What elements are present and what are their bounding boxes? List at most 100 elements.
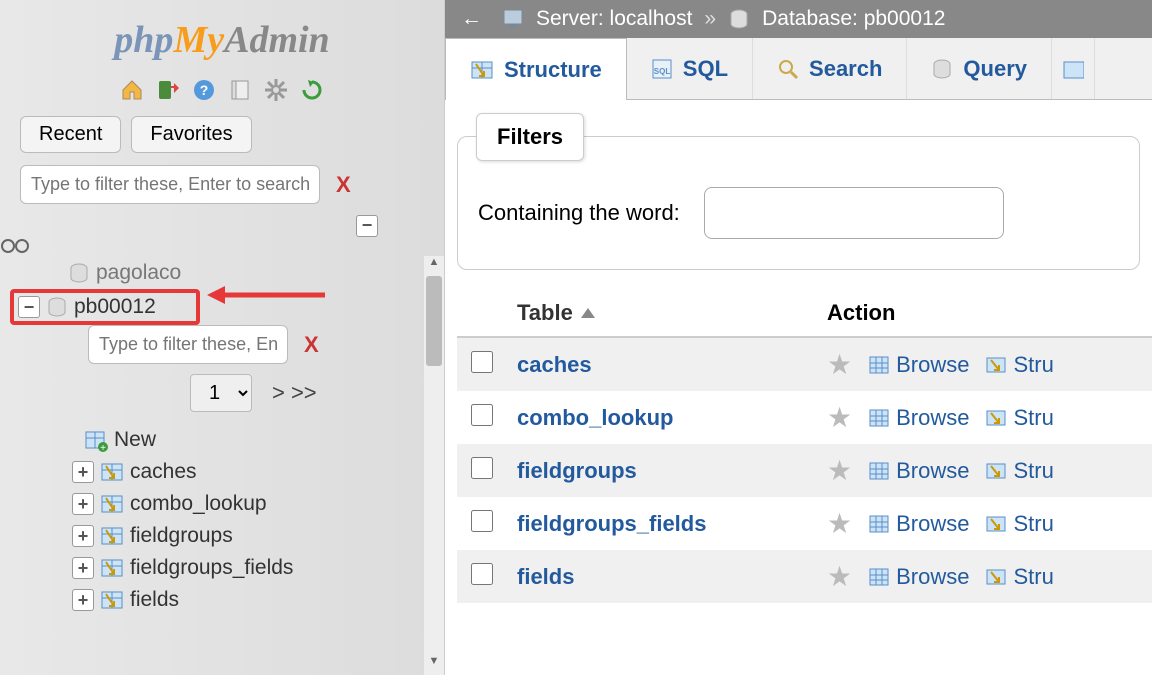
scroll-down-icon[interactable]: ▼: [424, 655, 444, 675]
tab-query[interactable]: Query: [907, 38, 1052, 99]
reload-icon[interactable]: [298, 76, 326, 104]
browse-icon: [868, 460, 890, 482]
table-icon: [100, 460, 124, 484]
table-icon: [100, 556, 124, 580]
table-row: fieldgroups ★ Browse Stru: [457, 444, 1152, 497]
database-icon: [46, 296, 68, 318]
tab-sql[interactable]: SQL SQL: [627, 38, 753, 99]
svg-text:?: ?: [200, 82, 209, 98]
next-pages-button[interactable]: > >>: [272, 380, 317, 406]
tree-item-table[interactable]: + fieldgroups_fields: [10, 552, 434, 584]
favorite-icon[interactable]: ★: [827, 560, 852, 593]
structure-link[interactable]: Stru: [985, 352, 1053, 378]
browse-link[interactable]: Browse: [868, 564, 969, 590]
structure-icon: [985, 460, 1007, 482]
home-icon[interactable]: [118, 76, 146, 104]
structure-icon: [985, 407, 1007, 429]
expand-icon[interactable]: +: [72, 525, 94, 547]
server-link[interactable]: Server: localhost: [536, 7, 692, 31]
database-link[interactable]: Database: pb00012: [762, 7, 945, 31]
gear-icon[interactable]: [262, 76, 290, 104]
structure-link[interactable]: Stru: [985, 458, 1053, 484]
help-icon[interactable]: ?: [190, 76, 218, 104]
structure-link[interactable]: Stru: [985, 405, 1053, 431]
tree-item-table[interactable]: + fields: [10, 584, 434, 616]
containing-input[interactable]: [704, 187, 1004, 239]
browse-link[interactable]: Browse: [868, 405, 969, 431]
expand-icon[interactable]: +: [72, 589, 94, 611]
table-row: combo_lookup ★ Browse Stru: [457, 391, 1152, 444]
recent-button[interactable]: Recent: [20, 116, 121, 153]
sub-filter-input[interactable]: [88, 325, 288, 364]
link-icon[interactable]: [0, 237, 384, 255]
tab-structure[interactable]: Structure: [445, 38, 627, 100]
table-icon: [100, 524, 124, 548]
search-icon: [777, 58, 799, 80]
filter-input[interactable]: [20, 165, 320, 204]
row-checkbox[interactable]: [471, 351, 493, 373]
clear-sub-filter-icon[interactable]: X: [298, 332, 325, 358]
favorites-button[interactable]: Favorites: [131, 116, 251, 153]
tab-more[interactable]: [1052, 38, 1095, 99]
favorite-icon[interactable]: ★: [827, 348, 852, 381]
table-name-link[interactable]: fieldgroups: [517, 458, 637, 484]
structure-icon: [985, 566, 1007, 588]
structure-icon: [985, 354, 1007, 376]
collapse-all-icon[interactable]: −: [356, 215, 378, 237]
table-name-link[interactable]: fields: [517, 564, 574, 590]
tree-item-table[interactable]: + caches: [10, 456, 434, 488]
back-icon[interactable]: ←: [453, 7, 490, 31]
table-name-link[interactable]: caches: [517, 352, 592, 378]
scroll-up-icon[interactable]: ▲: [424, 256, 444, 276]
browse-icon: [868, 354, 890, 376]
column-table[interactable]: Table: [517, 300, 573, 326]
sidebar: phpMyAdmin ? Recent Favorites X − + pago…: [0, 0, 445, 675]
table-name-link[interactable]: fieldgroups_fields: [517, 511, 706, 537]
browse-link[interactable]: Browse: [868, 511, 969, 537]
table-icon: [100, 588, 124, 612]
browse-icon: [868, 513, 890, 535]
table-name-link[interactable]: combo_lookup: [517, 405, 673, 431]
favorite-icon[interactable]: ★: [827, 454, 852, 487]
docs-icon[interactable]: [226, 76, 254, 104]
collapse-icon[interactable]: −: [18, 296, 40, 318]
server-icon: [502, 8, 524, 30]
browse-link[interactable]: Browse: [868, 352, 969, 378]
structure-link[interactable]: Stru: [985, 511, 1053, 537]
row-checkbox[interactable]: [471, 457, 493, 479]
phpmyadmin-logo[interactable]: phpMyAdmin: [0, 0, 444, 70]
favorite-icon[interactable]: ★: [827, 507, 852, 540]
sidebar-scrollbar[interactable]: ▲ ▼: [424, 256, 444, 675]
filters-fieldset: Filters Containing the word:: [457, 136, 1140, 270]
query-icon: [931, 58, 953, 80]
favorite-icon[interactable]: ★: [827, 401, 852, 434]
page-select[interactable]: 1: [190, 374, 252, 412]
structure-icon: [985, 513, 1007, 535]
structure-link[interactable]: Stru: [985, 564, 1053, 590]
row-checkbox[interactable]: [471, 510, 493, 532]
expand-icon[interactable]: +: [72, 557, 94, 579]
browse-link[interactable]: Browse: [868, 458, 969, 484]
clear-filter-icon[interactable]: X: [330, 172, 357, 198]
scroll-thumb[interactable]: [426, 276, 442, 366]
row-checkbox[interactable]: [471, 404, 493, 426]
tab-search[interactable]: Search: [753, 38, 907, 99]
tree-item-table[interactable]: + fieldgroups: [10, 520, 434, 552]
browse-icon: [868, 566, 890, 588]
tree-item-cut: + pagolaco: [10, 257, 434, 289]
svg-text:+: +: [100, 443, 106, 452]
row-checkbox[interactable]: [471, 563, 493, 585]
expand-icon[interactable]: +: [72, 461, 94, 483]
sort-asc-icon[interactable]: [581, 308, 595, 318]
exit-icon[interactable]: [154, 76, 182, 104]
sidebar-toolbar: ?: [0, 70, 444, 116]
tab-bar: Structure SQL SQL Search Query: [445, 38, 1152, 100]
column-action: Action: [827, 300, 1152, 326]
database-tree: + pagolaco − pb00012 X 1 > >> + New + ca…: [0, 257, 444, 616]
tree-item-database-selected[interactable]: − pb00012: [10, 289, 200, 325]
sql-icon: SQL: [651, 58, 673, 80]
tree-item-table[interactable]: + combo_lookup: [10, 488, 434, 520]
breadcrumb: ← Server: localhost » Database: pb00012: [445, 0, 1152, 38]
expand-icon[interactable]: +: [72, 493, 94, 515]
tree-item-new[interactable]: + New: [10, 424, 434, 456]
